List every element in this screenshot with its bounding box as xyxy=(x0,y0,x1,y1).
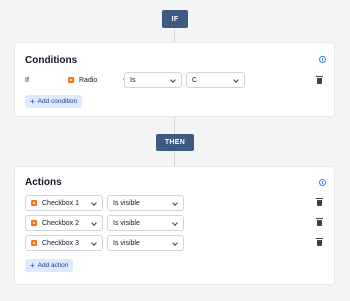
action-field-select[interactable]: Checkbox 3 xyxy=(25,235,103,251)
info-icon[interactable] xyxy=(319,179,326,186)
action-field-value: Checkbox 3 xyxy=(42,239,79,247)
condition-field-value: Radio xyxy=(79,76,98,84)
add-action-label: Add action xyxy=(37,262,69,269)
trash-icon[interactable] xyxy=(316,238,323,246)
if-badge: IF xyxy=(162,10,188,28)
action-type-select[interactable]: Is visible xyxy=(107,235,184,251)
plus-icon: + xyxy=(30,260,35,270)
chevron-down-icon xyxy=(172,200,178,206)
condition-row: If xyxy=(25,72,29,88)
actions-title: Actions xyxy=(25,177,62,188)
action-field-value: Checkbox 1 xyxy=(42,199,79,207)
action-field-value: Checkbox 2 xyxy=(42,219,79,227)
connector-line xyxy=(174,117,175,134)
radio-field-icon xyxy=(68,77,74,83)
condition-value-select[interactable]: C xyxy=(186,72,245,88)
conditions-card: Conditions If Radio Is C + Add condition xyxy=(14,42,335,117)
condition-operator-value: Is xyxy=(130,76,136,84)
action-field-select[interactable]: Checkbox 2 xyxy=(25,215,103,231)
add-action-button[interactable]: + Add action xyxy=(25,259,74,272)
chevron-down-icon xyxy=(170,77,176,83)
connector-line xyxy=(174,151,175,166)
then-badge: THEN xyxy=(156,134,194,151)
chevron-down-icon xyxy=(91,220,97,226)
add-condition-label: Add condition xyxy=(37,98,78,105)
condition-operator-select[interactable]: Is xyxy=(124,72,182,88)
action-type-value: Is visible xyxy=(113,199,140,207)
action-type-select[interactable]: Is visible xyxy=(107,195,184,211)
connector-line xyxy=(174,28,175,42)
action-type-select[interactable]: Is visible xyxy=(107,215,184,231)
chevron-down-icon xyxy=(91,200,97,206)
add-condition-button[interactable]: + Add condition xyxy=(25,95,83,108)
conditions-title: Conditions xyxy=(25,55,78,66)
if-prefix: If xyxy=(25,76,29,84)
checkbox-field-icon xyxy=(31,200,37,206)
chevron-down-icon xyxy=(91,240,97,246)
chevron-down-icon xyxy=(233,77,239,83)
trash-icon[interactable] xyxy=(316,76,323,84)
then-label: THEN xyxy=(164,139,186,146)
action-field-select[interactable]: Checkbox 1 xyxy=(25,195,103,211)
info-icon[interactable] xyxy=(319,56,326,63)
condition-value: C xyxy=(192,76,198,84)
chevron-down-icon xyxy=(172,240,178,246)
action-type-value: Is visible xyxy=(113,219,140,227)
actions-card: Actions Checkbox 1 Is visible Checkbox 2… xyxy=(14,166,335,285)
if-label: IF xyxy=(171,15,179,23)
trash-icon[interactable] xyxy=(316,218,323,226)
trash-icon[interactable] xyxy=(316,198,323,206)
action-type-value: Is visible xyxy=(113,239,140,247)
checkbox-field-icon xyxy=(31,220,37,226)
checkbox-field-icon xyxy=(31,240,37,246)
chevron-down-icon xyxy=(172,220,178,226)
plus-icon: + xyxy=(30,96,35,106)
